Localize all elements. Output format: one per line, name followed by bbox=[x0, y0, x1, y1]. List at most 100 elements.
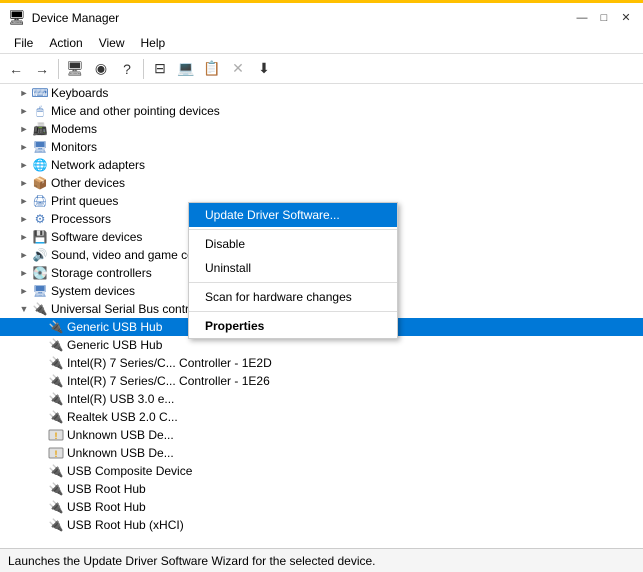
tree-item-roothub3[interactable]: 🔌 USB Root Hub (xHCI) bbox=[0, 516, 643, 534]
software-icon: 💾 bbox=[32, 229, 48, 245]
tree-item-roothub1[interactable]: 🔌 USB Root Hub bbox=[0, 480, 643, 498]
expand-icon-keyboards[interactable]: ► bbox=[16, 85, 32, 101]
context-menu-sep1 bbox=[189, 229, 397, 230]
window: 🖥 Device Manager — □ ✕ File Action View … bbox=[0, 0, 643, 572]
computer-icon-button[interactable]: 🖥 bbox=[63, 57, 87, 81]
context-menu-sep3 bbox=[189, 311, 397, 312]
main-content: ► ⌨ Keyboards ► 🖱 Mice and other pointin… bbox=[0, 84, 643, 548]
print-label: Print queues bbox=[51, 194, 118, 208]
mice-label: Mice and other pointing devices bbox=[51, 104, 220, 118]
tree-item-realtek[interactable]: 🔌 Realtek USB 2.0 C... bbox=[0, 408, 643, 426]
context-menu-sep2 bbox=[189, 282, 397, 283]
expand-spacer bbox=[32, 355, 48, 371]
tree-item-modems[interactable]: ► 📠 Modems bbox=[0, 120, 643, 138]
modems-icon: 📠 bbox=[32, 121, 48, 137]
expand-icon-storage[interactable]: ► bbox=[16, 265, 32, 281]
usb-controller-icon: 🔌 bbox=[32, 301, 48, 317]
forward-button[interactable]: → bbox=[30, 57, 54, 81]
expand-spacer bbox=[32, 481, 48, 497]
tree-item-network[interactable]: ► 🌐 Network adapters bbox=[0, 156, 643, 174]
expand-icon-other[interactable]: ► bbox=[16, 175, 32, 191]
tree-item-roothub2[interactable]: 🔌 USB Root Hub bbox=[0, 498, 643, 516]
generic2-label: Generic USB Hub bbox=[67, 338, 162, 352]
context-menu: Update Driver Software... Disable Uninst… bbox=[188, 202, 398, 339]
expand-icon-mice[interactable]: ► bbox=[16, 103, 32, 119]
expand-icon-system[interactable]: ► bbox=[16, 283, 32, 299]
window-title: Device Manager bbox=[32, 11, 119, 25]
generic1-label: Generic USB Hub bbox=[67, 320, 162, 334]
context-menu-update[interactable]: Update Driver Software... bbox=[189, 203, 397, 227]
tree-item-composite[interactable]: 🔌 USB Composite Device bbox=[0, 462, 643, 480]
device-manager-button[interactable]: 📋 bbox=[200, 57, 224, 81]
intel1-label: Intel(R) 7 Series/C... Controller - 1E2D bbox=[67, 356, 272, 370]
update-driver-button[interactable]: ⬇ bbox=[252, 57, 276, 81]
keyboards-icon: ⌨ bbox=[32, 85, 48, 101]
tree-item-unknown1[interactable]: ! Unknown USB De... bbox=[0, 426, 643, 444]
toolbar-separator-2 bbox=[143, 59, 144, 79]
tree-item-other[interactable]: ► 📦 Other devices bbox=[0, 174, 643, 192]
unknown2-icon: ! bbox=[48, 445, 64, 461]
expand-spacer bbox=[32, 499, 48, 515]
realtek-label: Realtek USB 2.0 C... bbox=[67, 410, 178, 424]
tree-item-keyboards[interactable]: ► ⌨ Keyboards bbox=[0, 84, 643, 102]
other-icon: 📦 bbox=[32, 175, 48, 191]
unknown1-icon: ! bbox=[48, 427, 64, 443]
realtek-icon: 🔌 bbox=[48, 409, 64, 425]
tree-item-unknown2[interactable]: ! Unknown USB De... bbox=[0, 444, 643, 462]
context-menu-scan[interactable]: Scan for hardware changes bbox=[189, 285, 397, 309]
svg-text:!: ! bbox=[55, 431, 58, 441]
tree-item-intel1[interactable]: 🔌 Intel(R) 7 Series/C... Controller - 1E… bbox=[0, 354, 643, 372]
expand-icon-sound[interactable]: ► bbox=[16, 247, 32, 263]
expand-spacer bbox=[32, 319, 48, 335]
keyboards-label: Keyboards bbox=[51, 86, 108, 100]
expand-icon-software[interactable]: ► bbox=[16, 229, 32, 245]
menu-help[interactable]: Help bbox=[133, 34, 174, 52]
expand-icon-monitors[interactable]: ► bbox=[16, 139, 32, 155]
scan-button[interactable]: 💻 bbox=[174, 57, 198, 81]
help-button[interactable]: ? bbox=[115, 57, 139, 81]
system-icon: 🖥 bbox=[32, 283, 48, 299]
roothub2-icon: 🔌 bbox=[48, 499, 64, 515]
tree-item-mice[interactable]: ► 🖱 Mice and other pointing devices bbox=[0, 102, 643, 120]
monitors-icon: 🖥 bbox=[32, 139, 48, 155]
tree-item-intel2[interactable]: 🔌 Intel(R) 7 Series/C... Controller - 1E… bbox=[0, 372, 643, 390]
remove-button[interactable]: ⊟ bbox=[148, 57, 172, 81]
properties-button[interactable]: ◉ bbox=[89, 57, 113, 81]
minimize-button[interactable]: — bbox=[573, 9, 591, 27]
processors-icon: ⚙ bbox=[32, 211, 48, 227]
menu-bar: File Action View Help bbox=[0, 32, 643, 54]
intel3-label: Intel(R) USB 3.0 e... bbox=[67, 392, 174, 406]
composite-label: USB Composite Device bbox=[67, 464, 192, 478]
uninstall-button[interactable]: ✕ bbox=[226, 57, 250, 81]
menu-view[interactable]: View bbox=[91, 34, 133, 52]
close-button[interactable]: ✕ bbox=[617, 9, 635, 27]
tree-item-intel3[interactable]: 🔌 Intel(R) USB 3.0 e... bbox=[0, 390, 643, 408]
roothub3-icon: 🔌 bbox=[48, 517, 64, 533]
title-bar-controls: — □ ✕ bbox=[573, 9, 635, 27]
roothub1-label: USB Root Hub bbox=[67, 482, 146, 496]
expand-spacer bbox=[32, 517, 48, 533]
other-label: Other devices bbox=[51, 176, 125, 190]
intel1-icon: 🔌 bbox=[48, 355, 64, 371]
expand-icon-network[interactable]: ► bbox=[16, 157, 32, 173]
expand-icon-usb[interactable]: ▼ bbox=[16, 301, 32, 317]
context-menu-uninstall[interactable]: Uninstall bbox=[189, 256, 397, 280]
expand-icon-print[interactable]: ► bbox=[16, 193, 32, 209]
sound-icon: 🔊 bbox=[32, 247, 48, 263]
expand-icon-processors[interactable]: ► bbox=[16, 211, 32, 227]
system-label: System devices bbox=[51, 284, 135, 298]
menu-file[interactable]: File bbox=[6, 34, 41, 52]
title-bar-left: 🖥 Device Manager bbox=[8, 9, 119, 26]
back-button[interactable]: ← bbox=[4, 57, 28, 81]
unknown1-label: Unknown USB De... bbox=[67, 428, 174, 442]
context-menu-disable[interactable]: Disable bbox=[189, 232, 397, 256]
context-menu-properties[interactable]: Properties bbox=[189, 314, 397, 338]
window-icon: 🖥 bbox=[8, 9, 26, 26]
expand-spacer bbox=[32, 409, 48, 425]
tree-item-monitors[interactable]: ► 🖥 Monitors bbox=[0, 138, 643, 156]
expand-icon-modems[interactable]: ► bbox=[16, 121, 32, 137]
expand-spacer bbox=[32, 427, 48, 443]
menu-action[interactable]: Action bbox=[41, 34, 90, 52]
tree-panel[interactable]: ► ⌨ Keyboards ► 🖱 Mice and other pointin… bbox=[0, 84, 643, 548]
maximize-button[interactable]: □ bbox=[595, 9, 613, 27]
